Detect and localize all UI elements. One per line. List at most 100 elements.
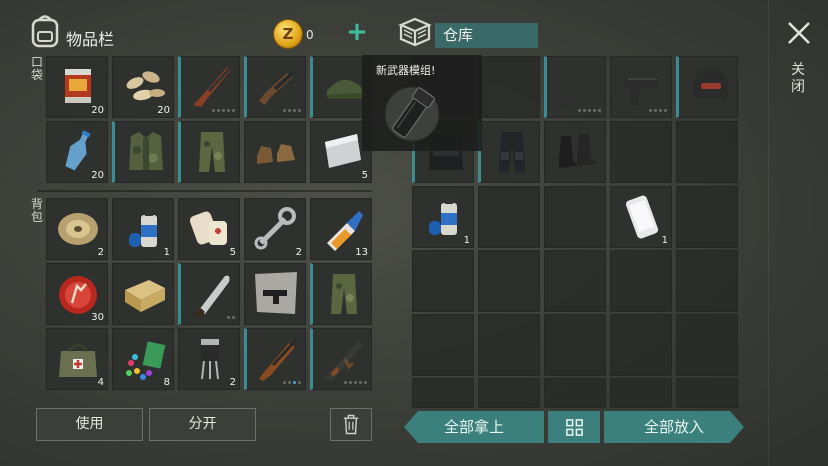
backpack-icon [31,15,59,48]
canned-food-icon [65,69,91,103]
trash-icon [343,414,359,435]
storage-slot[interactable] [676,250,738,312]
ammo-box-icon [125,280,165,312]
plus-icon[interactable]: + [345,19,369,46]
storage-slot[interactable] [478,314,540,376]
backpack-slot[interactable] [178,263,240,325]
storage-slot[interactable] [412,314,474,376]
storage-slot[interactable] [478,121,540,183]
weapon-mod-barrel-icon [384,86,440,142]
item-quantity: 20 [91,105,104,116]
item-quantity: 4 [97,377,104,388]
grid-sort-icon [565,419,583,436]
backpack-slot[interactable]: 30 [46,263,108,325]
backpack-slot[interactable]: 5 [178,198,240,260]
storage-slot[interactable] [544,314,606,376]
item-quantity: 1 [163,247,170,258]
storage-box-icon [398,17,432,47]
spray-paint-icon [429,197,457,235]
item-quantity: 30 [91,312,104,323]
hunting-rifle-icon [259,337,299,381]
backpack-slot[interactable]: 13 [310,198,372,260]
pistol-icon [625,77,659,105]
storage-slot[interactable] [610,314,672,376]
backpack-slot[interactable]: 8 [112,328,174,390]
popup-title: 新武器模组! [376,64,436,77]
storage-slot[interactable] [544,56,606,118]
storage-slot[interactable] [544,186,606,248]
storage-slot[interactable] [478,56,540,118]
use-button[interactable]: 使用 [36,408,143,441]
storage-slot[interactable] [412,378,474,408]
storage-slot[interactable] [676,186,738,248]
glue-icon [327,211,363,251]
backpack-slot[interactable]: 1 [112,198,174,260]
backpack-section-label: 背包 [30,197,43,224]
storage-slot[interactable] [610,250,672,312]
close-label[interactable]: 关闭 [788,62,808,96]
pocket-slot[interactable]: 20 [46,121,108,183]
tactical-pants-icon [499,132,525,172]
backpack-slot[interactable]: 2 [244,198,306,260]
item-quantity: 2 [295,247,302,258]
take-all-button[interactable]: 全部拿上 [404,411,544,443]
pocket-slot[interactable]: 20 [46,56,108,118]
coin-icon: Z [274,20,302,48]
pocket-slot[interactable] [244,121,306,183]
section-divider [38,190,372,192]
item-quantity: 1 [463,235,470,246]
bandage-icon [189,211,227,245]
backpack-slot[interactable]: 2 [178,328,240,390]
backpack-slot[interactable] [244,328,306,390]
close-icon[interactable] [786,20,812,46]
storage-slot[interactable] [610,121,672,183]
pocket-slot[interactable] [244,56,306,118]
coin-count: 0 [306,28,314,42]
storage-slot[interactable] [610,378,672,408]
mod-slot-indicator [283,381,301,384]
storage-slot[interactable] [544,121,606,183]
mod-slot-indicator [212,109,235,112]
storage-slot[interactable] [676,314,738,376]
shotgun-icon [193,65,233,107]
backpack-slot[interactable]: 4 [46,328,108,390]
pocket-slot[interactable] [112,121,174,183]
backpack-slot[interactable] [310,328,372,390]
medkit-bag-icon [59,343,97,377]
storage-slot[interactable] [544,378,606,408]
camo-pants-icon [199,132,225,172]
storage-slot[interactable] [676,378,738,408]
leather-boots-icon [257,144,295,164]
storage-slot[interactable]: 1 [610,186,672,248]
storage-slot[interactable] [478,250,540,312]
combat-helmet-icon [693,69,729,99]
storage-slot[interactable] [610,56,672,118]
ak-rifle-icon [325,341,363,381]
trash-button[interactable] [330,408,372,441]
pocket-section-label: 口袋 [30,55,43,82]
machete-icon [195,275,230,318]
storage-slot[interactable] [544,250,606,312]
sort-button[interactable] [548,411,600,443]
backpack-slot[interactable]: 2 [46,198,108,260]
mod-slot-indicator [649,109,667,112]
pocket-slot[interactable] [178,56,240,118]
backpack-slot[interactable] [112,263,174,325]
metal-sheet-icon [325,134,361,168]
pocket-slot[interactable] [178,121,240,183]
storage-slot[interactable] [412,250,474,312]
put-all-button[interactable]: 全部放入 [604,411,744,443]
backpack-slot[interactable] [310,263,372,325]
storage-slot[interactable] [676,121,738,183]
item-quantity: 8 [163,377,170,388]
backpack-slot[interactable] [244,263,306,325]
storage-slot[interactable] [478,186,540,248]
wire-spool-icon [58,213,98,245]
mod-slot-indicator [578,109,601,112]
storage-slot[interactable]: 1 [412,186,474,248]
storage-slot[interactable] [676,56,738,118]
pocket-slot[interactable]: 20 [112,56,174,118]
split-button[interactable]: 分开 [149,408,256,441]
item-quantity: 20 [91,170,104,181]
storage-slot[interactable] [478,378,540,408]
